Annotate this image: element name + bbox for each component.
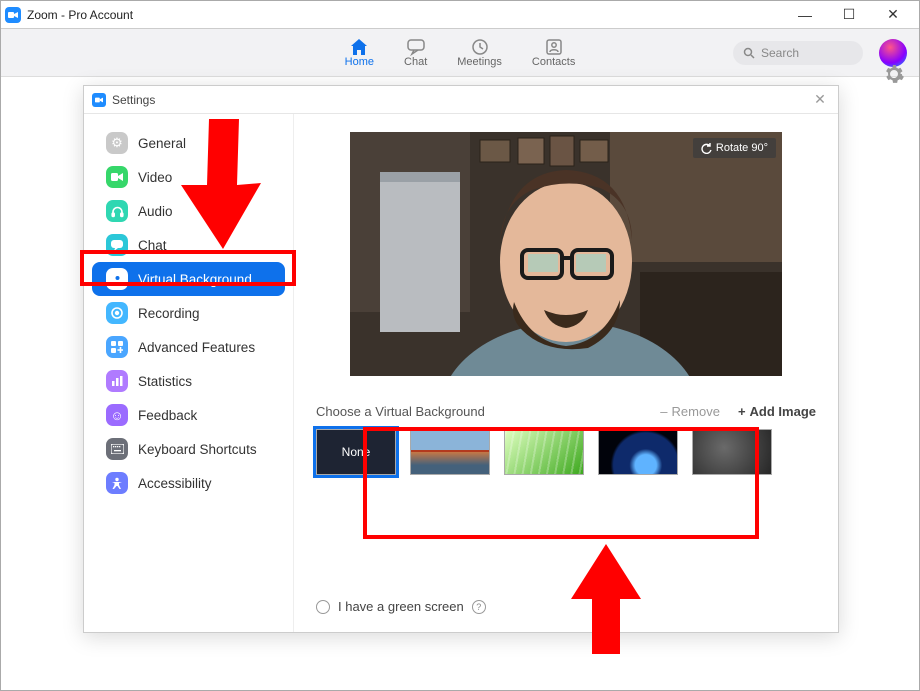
window-maximize[interactable]: ☐ bbox=[827, 2, 871, 28]
plus-grid-icon bbox=[106, 336, 128, 358]
chat-icon bbox=[406, 38, 426, 56]
remove-label: Remove bbox=[672, 404, 720, 419]
sidebar-item-statistics[interactable]: Statistics bbox=[92, 364, 285, 398]
sidebar-item-label: Advanced Features bbox=[138, 340, 255, 355]
search-placeholder: Search bbox=[761, 46, 799, 60]
background-options-grid: None bbox=[316, 429, 816, 475]
sidebar-item-label: Statistics bbox=[138, 374, 192, 389]
bg-option-none[interactable]: None bbox=[316, 429, 396, 475]
user-card-icon bbox=[106, 268, 128, 290]
sidebar-item-general[interactable]: ⚙ General bbox=[92, 126, 285, 160]
home-icon bbox=[349, 38, 369, 56]
nav-meetings[interactable]: Meetings bbox=[457, 38, 502, 68]
help-icon[interactable]: ? bbox=[472, 600, 486, 614]
chat-bubble-icon bbox=[106, 234, 128, 256]
sidebar-item-label: Virtual Background bbox=[138, 272, 252, 287]
bg-option-bridge[interactable] bbox=[410, 429, 490, 475]
settings-gear-icon[interactable] bbox=[881, 61, 907, 87]
person-icon bbox=[106, 472, 128, 494]
settings-close[interactable]: ✕ bbox=[810, 91, 830, 108]
plus-icon: + bbox=[738, 404, 746, 419]
window-close[interactable]: ✕ bbox=[871, 2, 915, 28]
search-icon bbox=[743, 47, 755, 59]
contacts-icon bbox=[544, 38, 564, 56]
minus-icon: – bbox=[660, 404, 667, 419]
bg-option-earth[interactable] bbox=[598, 429, 678, 475]
smile-icon: ☺ bbox=[106, 404, 128, 426]
remove-bg-button[interactable]: – Remove bbox=[660, 404, 720, 419]
sidebar-item-advanced[interactable]: Advanced Features bbox=[92, 330, 285, 364]
nav-label: Meetings bbox=[457, 56, 502, 68]
app-logo bbox=[5, 7, 21, 23]
rotate-label: Rotate 90° bbox=[716, 142, 768, 154]
bg-option-label: None bbox=[342, 445, 371, 459]
sidebar-item-label: Keyboard Shortcuts bbox=[138, 442, 257, 457]
window-minimize[interactable]: — bbox=[783, 2, 827, 28]
sidebar-item-label: Recording bbox=[138, 306, 200, 321]
settings-title: Settings bbox=[112, 93, 155, 107]
nav-chat[interactable]: Chat bbox=[404, 38, 427, 68]
nav-home[interactable]: Home bbox=[345, 38, 374, 68]
choose-bg-label: Choose a Virtual Background bbox=[316, 404, 485, 419]
bg-option-grass[interactable] bbox=[504, 429, 584, 475]
sidebar-item-virtual-background[interactable]: Virtual Background bbox=[92, 262, 285, 296]
nav-label: Home bbox=[345, 56, 374, 68]
nav-contacts[interactable]: Contacts bbox=[532, 38, 575, 68]
top-nav: Home Chat Meetings Contacts Search bbox=[1, 29, 919, 77]
video-icon bbox=[106, 166, 128, 188]
sidebar-item-label: Video bbox=[138, 170, 172, 185]
add-image-button[interactable]: + Add Image bbox=[738, 404, 816, 419]
sidebar-item-label: Audio bbox=[138, 204, 173, 219]
settings-modal-titlebar: Settings ✕ bbox=[84, 86, 838, 114]
sidebar-item-chat[interactable]: Chat bbox=[92, 228, 285, 262]
bg-option-blur[interactable] bbox=[692, 429, 772, 475]
headphones-icon bbox=[106, 200, 128, 222]
settings-modal: Settings ✕ ⚙ General Video Audio bbox=[83, 85, 839, 633]
keyboard-icon bbox=[106, 438, 128, 460]
rotate-icon bbox=[701, 143, 712, 154]
settings-content: Rotate 90° Choose a Virtual Background –… bbox=[294, 114, 838, 632]
video-preview: Rotate 90° bbox=[350, 132, 782, 376]
record-icon bbox=[106, 302, 128, 324]
sidebar-item-accessibility[interactable]: Accessibility bbox=[92, 466, 285, 500]
settings-sidebar: ⚙ General Video Audio Chat bbox=[84, 114, 294, 632]
clock-icon bbox=[470, 38, 490, 56]
nav-label: Contacts bbox=[532, 56, 575, 68]
nav-label: Chat bbox=[404, 56, 427, 68]
green-screen-checkbox[interactable] bbox=[316, 600, 330, 614]
window-titlebar: Zoom - Pro Account — ☐ ✕ bbox=[1, 1, 919, 29]
sidebar-item-label: Accessibility bbox=[138, 476, 212, 491]
green-screen-label: I have a green screen bbox=[338, 599, 464, 614]
sidebar-item-label: Feedback bbox=[138, 408, 197, 423]
gear-icon: ⚙ bbox=[106, 132, 128, 154]
sidebar-item-audio[interactable]: Audio bbox=[92, 194, 285, 228]
rotate-button[interactable]: Rotate 90° bbox=[693, 138, 776, 158]
sidebar-item-label: Chat bbox=[138, 238, 167, 253]
add-label: Add Image bbox=[750, 404, 816, 419]
search-input[interactable]: Search bbox=[733, 41, 863, 65]
sidebar-item-shortcuts[interactable]: Keyboard Shortcuts bbox=[92, 432, 285, 466]
sidebar-item-label: General bbox=[138, 136, 186, 151]
sidebar-item-feedback[interactable]: ☺ Feedback bbox=[92, 398, 285, 432]
sidebar-item-recording[interactable]: Recording bbox=[92, 296, 285, 330]
window-title: Zoom - Pro Account bbox=[27, 8, 133, 22]
sidebar-item-video[interactable]: Video bbox=[92, 160, 285, 194]
bars-icon bbox=[106, 370, 128, 392]
settings-logo bbox=[92, 93, 106, 107]
